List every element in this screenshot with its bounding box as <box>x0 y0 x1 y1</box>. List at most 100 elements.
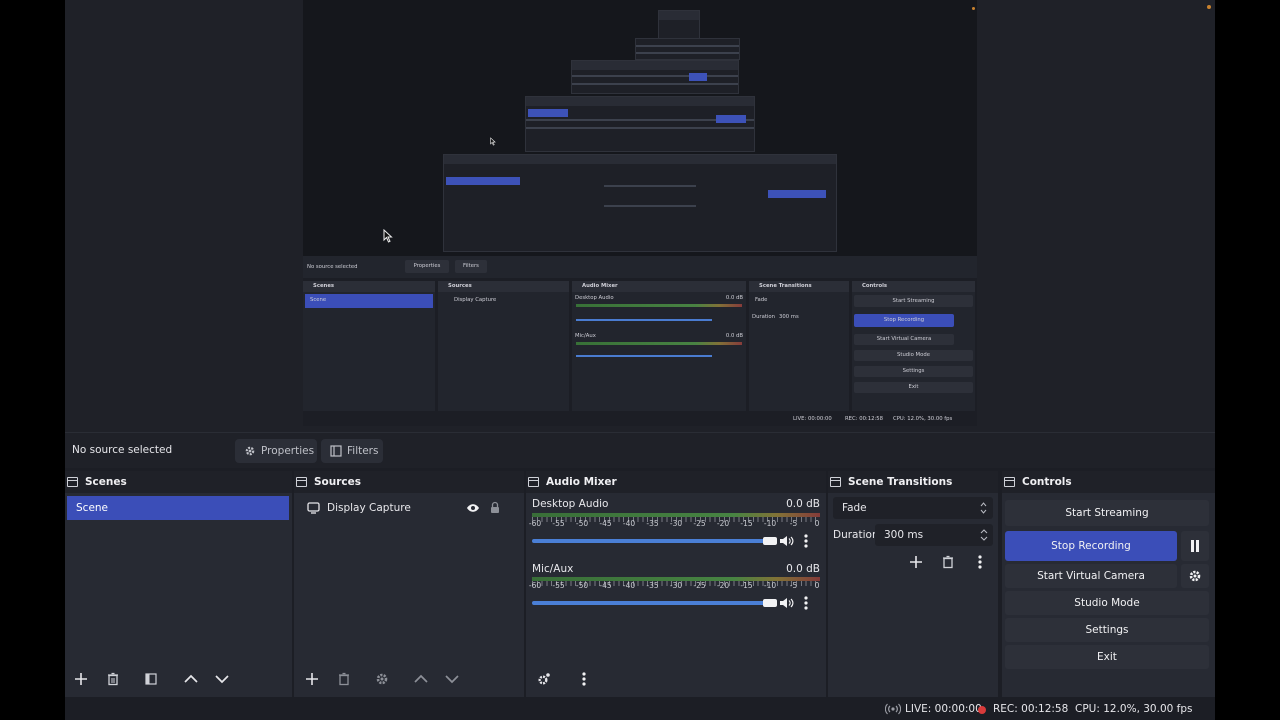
gear-icon <box>245 446 255 456</box>
start-streaming-button[interactable]: Start Streaming <box>1005 500 1209 526</box>
meter-scale-label: -15 <box>740 581 753 590</box>
meter-scale-label: -60 <box>528 581 542 590</box>
properties-button[interactable]: Properties <box>235 439 317 463</box>
meter-scale-label: -55 <box>552 519 565 528</box>
move-scene-down-button[interactable] <box>210 667 234 691</box>
spinbox-arrows-icon[interactable] <box>980 528 988 542</box>
volume-slider-handle[interactable] <box>763 537 777 545</box>
meter-scale-label: 0 <box>814 519 820 528</box>
scene-transitions-dock: Scene Transitions Fade Duration 300 ms <box>828 471 998 697</box>
remove-scene-button[interactable] <box>101 667 125 691</box>
rec-status: REC: 00:12:58 <box>993 703 1069 715</box>
channel-level: 0.0 dB <box>786 498 820 510</box>
meter-scale-label: -45 <box>599 581 612 590</box>
monitor-icon <box>307 502 320 514</box>
obs-window: No source selected Properties Filters Sc… <box>65 0 1215 720</box>
preview-area[interactable]: No source selected Properties Filters Sc… <box>65 0 1215 432</box>
volume-slider[interactable] <box>532 601 770 605</box>
plus-icon <box>910 556 922 568</box>
more-vertical-icon[interactable] <box>804 534 808 548</box>
scene-list-item[interactable]: Scene <box>67 496 289 520</box>
transition-menu-button[interactable] <box>968 550 992 574</box>
filters-button[interactable]: Filters <box>321 439 383 463</box>
dock-icon <box>527 477 539 487</box>
no-source-label: No source selected <box>72 444 173 456</box>
meter-scale-label: -45 <box>599 519 612 528</box>
transition-select[interactable]: Fade <box>833 497 993 519</box>
move-scene-up-button[interactable] <box>179 667 203 691</box>
scenes-title: Scenes <box>85 476 127 488</box>
volume-slider[interactable] <box>532 539 770 543</box>
meter-scale-label: -40 <box>622 519 636 528</box>
channel-level: 0.0 dB <box>786 563 820 575</box>
exit-button[interactable]: Exit <box>1005 645 1209 669</box>
audio-mixer-dock-title: Audio Mixer <box>526 471 826 493</box>
reflection-transitions-dock: Scene Transitions Fade Duration 300 ms <box>749 281 849 411</box>
plus-icon <box>75 673 87 685</box>
mixer-menu-button[interactable] <box>572 667 596 691</box>
recursive-preview-level-5 <box>635 38 740 60</box>
more-vertical-icon[interactable] <box>804 596 808 610</box>
dock-icon <box>295 477 307 487</box>
scene-filters-button[interactable] <box>139 667 163 691</box>
volume-slider-handle[interactable] <box>763 599 777 607</box>
chevron-up-icon <box>184 674 198 683</box>
meter-scale-label: -60 <box>528 519 542 528</box>
filters-label: Filters <box>347 445 379 457</box>
meter-scale-label: -25 <box>693 581 706 590</box>
meter-scale-label: -20 <box>716 581 730 590</box>
scenes-dock-title: Scenes <box>65 471 292 493</box>
lock-icon[interactable] <box>490 501 500 514</box>
pause-icon <box>1191 540 1199 552</box>
speaker-icon[interactable] <box>779 597 795 609</box>
recursive-preview-level-1: No source selected Properties Filters Sc… <box>303 256 977 426</box>
add-scene-button[interactable] <box>69 667 93 691</box>
transition-select-value: Fade <box>842 502 867 514</box>
meter-scale-label: 0 <box>814 581 820 590</box>
gear-icon <box>376 673 388 685</box>
meter-scale-label: -10 <box>763 519 777 528</box>
reflection-live-status: LIVE: 00:00:00 <box>793 416 832 422</box>
source-list-item[interactable]: Display Capture <box>296 496 522 520</box>
recursive-preview-level-2 <box>443 154 837 252</box>
channel-name: Desktop Audio <box>532 498 609 510</box>
start-virtual-camera-button[interactable]: Start Virtual Camera <box>1005 564 1177 588</box>
add-source-button[interactable] <box>300 667 324 691</box>
duration-spinbox[interactable]: 300 ms <box>875 524 993 546</box>
meter-scale-label: -25 <box>693 519 706 528</box>
recursive-preview-level-4 <box>571 60 739 94</box>
audio-mixer-dock: Audio Mixer Desktop Audio 0.0 dB -60 -55 -… <box>526 471 826 697</box>
reflection-audio-mixer-dock: Audio Mixer Desktop Audio 0.0 dB Mic/Aux… <box>572 281 746 411</box>
gear-icon <box>538 673 550 685</box>
stop-recording-button[interactable]: Stop Recording <box>1005 531 1177 561</box>
speaker-icon[interactable] <box>779 535 795 547</box>
status-bar: LIVE: 00:00:00 REC: 00:12:58 CPU: 12.0%,… <box>65 697 1215 720</box>
meter-scale-label: -40 <box>622 581 636 590</box>
dock-icon <box>66 477 78 487</box>
dock-icon <box>829 477 841 487</box>
reflection-cpu-status: CPU: 12.0%, 30.00 fps <box>893 416 953 422</box>
meter-scale-label: -5 <box>789 581 798 590</box>
remove-transition-button[interactable] <box>936 550 960 574</box>
move-source-down-button[interactable] <box>440 667 464 691</box>
advanced-audio-properties-button[interactable] <box>532 667 556 691</box>
cpu-status: CPU: 12.0%, 30.00 fps <box>1075 703 1193 715</box>
meter-scale-label: -55 <box>552 581 565 590</box>
eye-icon[interactable] <box>466 503 480 513</box>
chevron-updown-icon <box>980 502 987 514</box>
trash-icon <box>339 672 349 686</box>
meter-scale-label: -20 <box>716 519 730 528</box>
virtual-camera-settings-button[interactable] <box>1181 564 1209 588</box>
settings-button[interactable]: Settings <box>1005 618 1209 642</box>
filters-icon <box>145 673 157 685</box>
studio-mode-button[interactable]: Studio Mode <box>1005 591 1209 615</box>
preview-canvas[interactable]: No source selected Properties Filters Sc… <box>303 0 977 426</box>
rec-indicator-icon <box>978 706 986 714</box>
add-transition-button[interactable] <box>904 550 928 574</box>
controls-title: Controls <box>1022 476 1072 488</box>
source-properties-button[interactable] <box>370 667 394 691</box>
move-source-up-button[interactable] <box>409 667 433 691</box>
remove-source-button[interactable] <box>332 667 356 691</box>
pause-recording-button[interactable] <box>1181 531 1209 561</box>
controls-dock: Controls Start Streaming Stop Recording … <box>1002 471 1215 697</box>
